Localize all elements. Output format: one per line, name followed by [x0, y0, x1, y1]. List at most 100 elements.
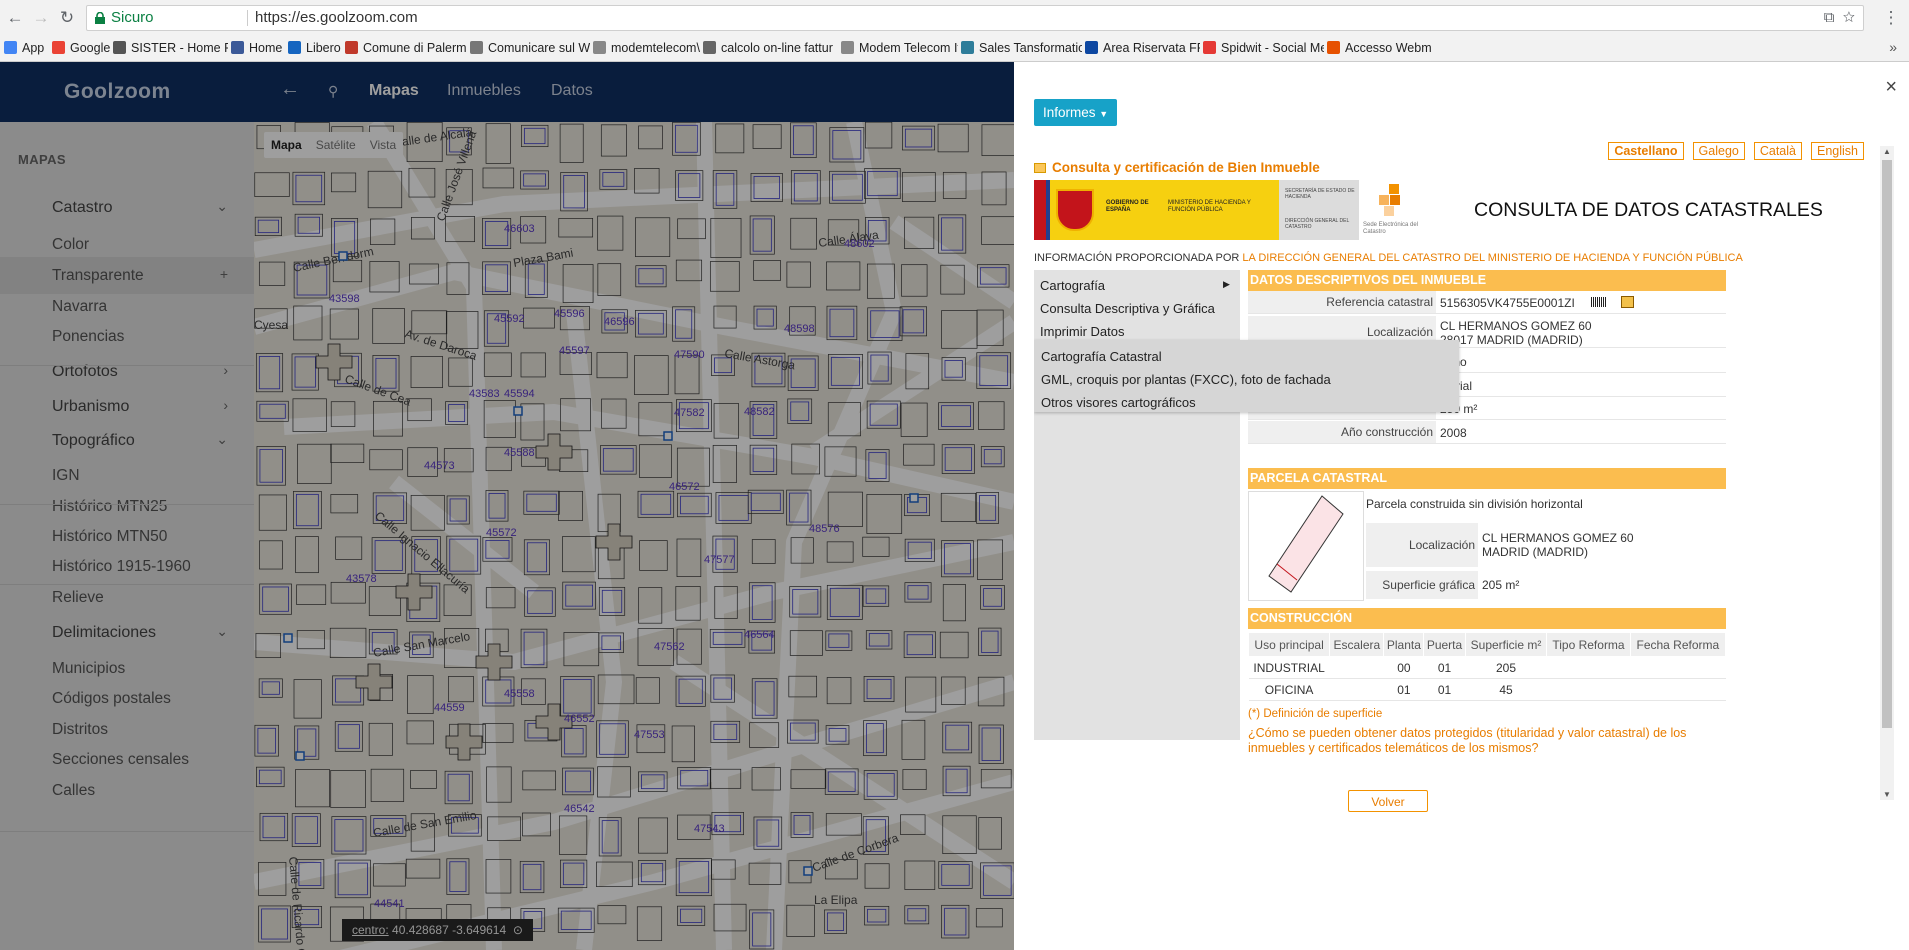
construccion-cell	[1630, 656, 1726, 679]
construccion-header: Superficie m²	[1464, 632, 1548, 657]
volver-button[interactable]: Volver	[1348, 790, 1428, 812]
gobierno-text: GOBIERNO DE ESPAÑA	[1106, 200, 1149, 213]
lock-icon	[95, 12, 105, 24]
table-row: OFICINA 01 01 45	[1248, 678, 1726, 701]
definicion-link[interactable]: (*) Definición de superficie	[1248, 708, 1382, 720]
language-option[interactable]: Castellano	[1608, 142, 1684, 160]
construccion-cell: 01	[1423, 678, 1466, 701]
bookmark-label: Comune di Palermo -	[363, 41, 467, 55]
menu-imprimir[interactable]: Imprimir Datos	[1040, 324, 1125, 339]
header-title-text: Consulta y certificación de Bien Inmuebl…	[1052, 160, 1320, 175]
bookmark-label: App	[22, 41, 45, 55]
bookmark-item[interactable]: Sales Tansformation -	[961, 41, 1082, 55]
ministerio-text: MINISTERIO DE HACIENDA Y FUNCIÓN PÚBLICA	[1168, 200, 1251, 213]
folder-icon	[1034, 163, 1046, 173]
construccion-header: Tipo Reforma	[1546, 632, 1631, 657]
bookmark-label: Sales Tansformation -	[979, 41, 1082, 55]
info-org-link[interactable]: LA DIRECCIÓN GENERAL DEL CATASTRO DEL MI…	[1242, 252, 1742, 264]
bookmark-favicon-icon	[52, 41, 65, 54]
submenu-otros-visores[interactable]: Otros visores cartográficos	[1041, 395, 1196, 410]
construccion-cell: 01	[1383, 678, 1424, 701]
bookmark-label: Spidwit - Social Medi	[1221, 41, 1324, 55]
datos-row-value[interactable]: 5156305VK4755E0001ZI	[1440, 296, 1575, 310]
language-option[interactable]: Galego	[1692, 142, 1745, 160]
bookmark-label: Libero	[306, 41, 341, 55]
construccion-header: Escalera	[1329, 632, 1385, 657]
bookmarks-overflow-icon[interactable]: »	[1889, 39, 1897, 55]
construccion-table: Uso principal Escalera Planta Puerta Superfi…	[1247, 632, 1727, 701]
translate-icon[interactable]: ⧉	[1824, 9, 1835, 26]
bookmark-label: SISTER - Home Page	[131, 41, 228, 55]
bookmark-favicon-icon	[1327, 41, 1340, 54]
datos-protegidos-link[interactable]: ¿Cómo se pueden obtener datos protegidos…	[1248, 726, 1718, 756]
bookmark-favicon-icon	[593, 41, 606, 54]
construccion-cell	[1546, 656, 1631, 679]
menu-icon[interactable]: ⋮	[1880, 7, 1902, 29]
scroll-up-icon[interactable]: ▲	[1883, 147, 1891, 156]
bookmark-label: Accesso Webmail	[1345, 41, 1431, 55]
barcode-icon[interactable]	[1591, 297, 1607, 307]
scroll-thumb[interactable]	[1882, 160, 1892, 728]
parcela-sup-row: Superficie gráfica 205 m²	[1366, 571, 1726, 599]
parcela-loc1: CL HERMANOS GOMEZ 60	[1482, 531, 1634, 545]
datos-row: Año construcción 2008	[1248, 421, 1726, 444]
construccion-section-title: CONSTRUCCIÓN	[1248, 608, 1726, 629]
datos-row: Referencia catastral 5156305VK4755E0001ZI	[1248, 291, 1726, 314]
language-selector: Castellano Galego Català English	[1599, 142, 1864, 160]
language-option[interactable]: Català	[1753, 142, 1802, 160]
bookmark-favicon-icon	[703, 41, 716, 54]
bookmark-item[interactable]: Spidwit - Social Medi	[1203, 41, 1324, 55]
goolzoom-app: Goolzoom ← ⚲ Mapas Inmuebles Datos MAPAS…	[0, 62, 1014, 950]
forward-icon[interactable]: →	[30, 7, 52, 29]
menu-consulta[interactable]: Consulta Descriptiva y Gráfica	[1040, 301, 1215, 316]
submenu-gml-croquis[interactable]: GML, croquis por plantas (FXCC), foto de…	[1041, 372, 1331, 387]
bookmark-favicon-icon	[231, 41, 244, 54]
construccion-header: Puerta	[1423, 632, 1466, 657]
secure-label: Sicuro	[111, 9, 154, 26]
reload-icon[interactable]: ↻	[56, 7, 78, 29]
back-icon[interactable]: ←	[4, 7, 26, 29]
construccion-cell	[1630, 678, 1726, 701]
sede-electronica-logo[interactable]: Sede Electrónica del Catastro	[1359, 180, 1434, 240]
bookmark-item[interactable]: Area Riservata FPMF	[1085, 41, 1200, 55]
modal-backdrop[interactable]	[0, 62, 1014, 950]
bookmark-label: Area Riservata FPMF	[1103, 41, 1200, 55]
construccion-header: Planta	[1383, 632, 1425, 657]
dgc-logo: SECRETARÍA DE ESTADO DE HACIENDA DIRECCI…	[1279, 180, 1359, 240]
menu-cartografia-label: Cartografía	[1040, 278, 1106, 293]
parcel-sketch[interactable]	[1248, 491, 1364, 601]
parcel-outline	[1268, 495, 1344, 593]
url-text[interactable]: https://es.goolzoom.com	[255, 6, 418, 30]
bookmark-item[interactable]: Home	[231, 41, 285, 55]
close-button[interactable]: ×	[1885, 76, 1897, 99]
star-icon[interactable]: ☆	[1843, 9, 1855, 26]
bookmark-item[interactable]: App	[4, 41, 49, 55]
bookmark-item[interactable]: SISTER - Home Page	[113, 41, 228, 55]
informes-button[interactable]: Informes ▼	[1034, 99, 1118, 126]
frame-scrollbar[interactable]: ▲ ▼	[1880, 146, 1894, 800]
bookmark-item[interactable]: calcolo on-line fattur	[703, 41, 838, 55]
bookmark-item[interactable]: Accesso Webmail	[1327, 41, 1431, 55]
bookmark-favicon-icon	[1203, 41, 1216, 54]
bookmark-label: calcolo on-line fattur	[721, 41, 833, 55]
bookmark-item[interactable]: Libero	[288, 41, 343, 55]
bookmark-label: Modem Telecom Itali	[859, 41, 958, 55]
language-option[interactable]: English	[1811, 142, 1864, 160]
address-bar[interactable]: Sicuro https://es.goolzoom.com ⧉ ☆	[86, 5, 1864, 31]
construccion-cell: INDUSTRIAL	[1248, 656, 1330, 679]
submenu-cartografia-catastral[interactable]: Cartografía Catastral	[1041, 349, 1162, 364]
construccion-cell	[1329, 656, 1384, 679]
menu-cartografia[interactable]: Cartografía ▶	[1040, 278, 1230, 293]
bookmark-item[interactable]: Comunicare sul Web	[470, 41, 590, 55]
bookmark-item[interactable]: Comune di Palermo -	[345, 41, 467, 55]
bookmark-favicon-icon	[4, 41, 17, 54]
bookmark-label: Comunicare sul Web	[488, 41, 590, 55]
bookmark-item[interactable]: modemtelecom\Disk	[593, 41, 700, 55]
bookmark-item[interactable]: Google	[52, 41, 110, 55]
parcela-desc: Parcela construida sin división horizont…	[1366, 497, 1583, 511]
bookmark-item[interactable]: Modem Telecom Itali	[841, 41, 958, 55]
map-link-icon[interactable]	[1621, 296, 1634, 308]
scroll-down-icon[interactable]: ▼	[1883, 790, 1891, 799]
construccion-cell: OFICINA	[1248, 678, 1330, 701]
address-row: ← → ↻ Sicuro https://es.goolzoom.com ⧉ ☆…	[0, 0, 1909, 36]
